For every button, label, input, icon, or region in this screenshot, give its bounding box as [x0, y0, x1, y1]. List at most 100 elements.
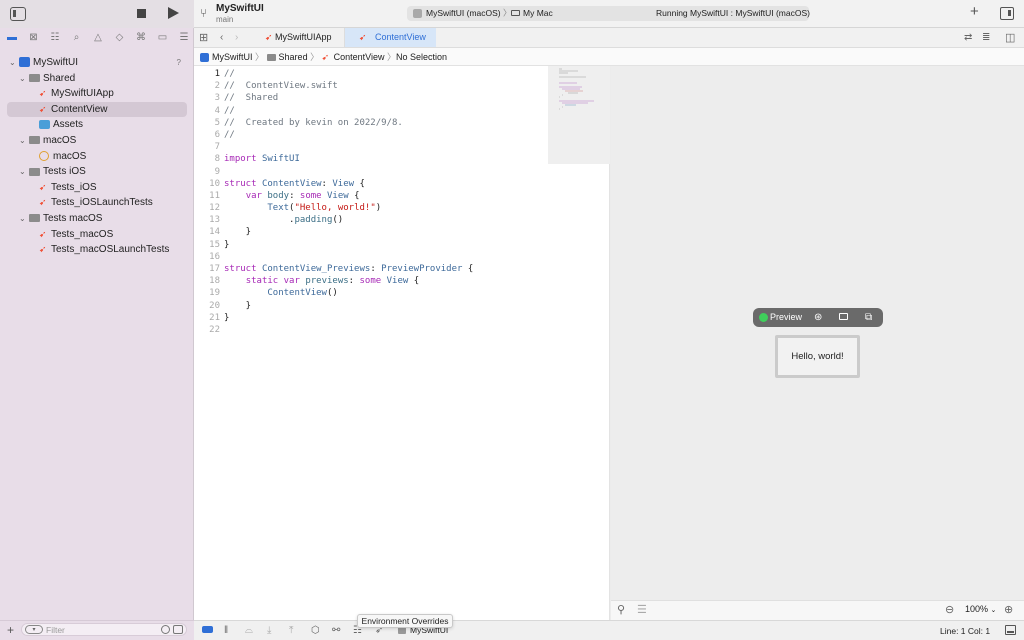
memory-graph-icon[interactable]: ⚯	[332, 624, 340, 638]
grid-icon[interactable]: ⊞	[199, 31, 208, 45]
view-debugger-icon[interactable]: ⬡	[311, 624, 320, 638]
tree-item-file[interactable]: ➹ Tests_iOSLaunchTests	[7, 195, 187, 211]
toggle-inspector-icon[interactable]	[1000, 7, 1014, 20]
code-line[interactable]: 21}	[194, 312, 548, 324]
chevron-down-icon[interactable]: ⌄	[19, 164, 29, 180]
branch-name[interactable]: main	[216, 15, 233, 24]
tree-item-label: Assets	[53, 119, 84, 131]
zoom-out-icon[interactable]: ⊖	[945, 603, 954, 617]
run-button[interactable]	[168, 7, 179, 19]
code-line[interactable]: 9	[194, 166, 548, 178]
tree-item-file[interactable]: ➹ MySwiftUIApp	[7, 86, 187, 102]
code-line[interactable]: 6//	[194, 129, 548, 141]
code-line[interactable]: 15}	[194, 239, 548, 251]
back-icon[interactable]: ‹	[220, 31, 223, 45]
warning-icon[interactable]: △	[91, 31, 105, 45]
tree-item-assets[interactable]: Assets	[7, 117, 187, 133]
tree-item-file-selected[interactable]: ➹ ContentView	[7, 101, 187, 118]
tree-item-file[interactable]: ➹ Tests_macOSLaunchTests	[7, 242, 187, 258]
chevron-down-icon[interactable]: ⌄	[19, 133, 29, 149]
zoom-in-icon[interactable]: ⊕	[1004, 603, 1013, 617]
forward-icon[interactable]: ›	[235, 31, 238, 45]
code-editor[interactable]: 1// 2// ContentView.swift 3// Shared 4//…	[194, 66, 548, 620]
test-icon[interactable]: ◇	[113, 31, 127, 45]
filter-options-icon[interactable]: ▾	[25, 625, 43, 634]
scheme-selector[interactable]: MySwiftUI (macOS)	[426, 8, 501, 18]
zoom-level[interactable]: 100% ⌄	[965, 604, 996, 614]
code-line[interactable]: 11 var body: some View {	[194, 190, 548, 202]
preview-text: Hello, world!	[791, 351, 844, 362]
duplicate-icon[interactable]: ⧉	[865, 308, 872, 327]
tree-item-project[interactable]: ⌄ MySwiftUI ?	[7, 55, 187, 71]
pause-icon[interactable]: ‖	[224, 624, 228, 638]
chevron-down-icon[interactable]: ⌄	[19, 71, 29, 87]
step-over-icon[interactable]: ⌓	[245, 624, 253, 638]
chevron-down-icon[interactable]: ⌄	[19, 211, 29, 227]
code-line[interactable]: 20 }	[194, 300, 548, 312]
source-control-filter-icon[interactable]	[173, 625, 183, 634]
code-line[interactable]: 22	[194, 324, 548, 336]
step-into-icon[interactable]: ⤓	[267, 624, 271, 638]
tab-contentview[interactable]: ➹ ContentView	[345, 28, 436, 47]
stop-button[interactable]	[137, 9, 146, 18]
code-line[interactable]: 10 struct ContentView: View {	[194, 178, 548, 190]
tab-myswiftuiapp[interactable]: ➹ MySwiftUIApp	[255, 28, 345, 47]
code-line[interactable]: 18 static var previews: some View {	[194, 275, 548, 287]
breakpoint-icon[interactable]: ▭	[156, 31, 170, 45]
toggle-debug-area-icon[interactable]	[1005, 625, 1016, 635]
variants-icon[interactable]: ☰	[637, 603, 647, 617]
tree-item-folder[interactable]: ⌄ Tests macOS	[7, 211, 187, 227]
code-line[interactable]: 7	[194, 141, 548, 153]
source-control-icon[interactable]: ⊠	[27, 31, 41, 45]
jumpbar-group[interactable]: Shared	[279, 52, 308, 62]
code-line[interactable]: 2// ContentView.swift	[194, 80, 548, 92]
preview-frame[interactable]: Hello, world!	[775, 335, 860, 378]
code-line[interactable]: 17 struct ContentView_Previews: PreviewPr…	[194, 263, 548, 275]
jumpbar-project[interactable]: MySwiftUI	[212, 52, 253, 62]
tree-item-file[interactable]: ➹ Tests_macOS	[7, 227, 187, 243]
symbol-icon[interactable]: ☷	[48, 31, 62, 45]
folder-icon	[266, 54, 276, 62]
code-line[interactable]: 8 import SwiftUI	[194, 153, 548, 165]
step-out-icon[interactable]: ⤒	[289, 624, 293, 638]
jumpbar-selection[interactable]: No Selection	[396, 52, 447, 62]
breakpoints-toggle-icon[interactable]	[202, 626, 213, 633]
chevron-down-icon[interactable]: ⌄	[9, 55, 19, 71]
recent-files-icon[interactable]	[161, 625, 170, 634]
code-line[interactable]: 16	[194, 251, 548, 263]
add-library-icon[interactable]: +	[970, 3, 979, 20]
code-line[interactable]: 12 Text("Hello, world!")	[194, 202, 548, 214]
tree-item-entitlements[interactable]: macOS	[7, 149, 187, 165]
tree-item-folder[interactable]: ⌄ macOS	[7, 133, 187, 149]
code-line[interactable]: 1//	[194, 68, 548, 80]
swap-icon[interactable]: ⇄	[964, 31, 972, 45]
folder-icon[interactable]: ▬	[5, 31, 19, 45]
report-icon[interactable]: ☰	[177, 31, 191, 45]
destination-selector[interactable]: My Mac	[523, 8, 553, 18]
search-icon[interactable]: ⌕	[70, 31, 84, 45]
jumpbar-file[interactable]: ContentView	[334, 52, 385, 62]
add-file-icon[interactable]: +	[7, 623, 14, 637]
code-line[interactable]: 4//	[194, 105, 548, 117]
minimap[interactable]	[548, 66, 610, 164]
split-editor-icon[interactable]: ◫	[1005, 31, 1015, 45]
preview-canvas[interactable]	[611, 66, 1024, 600]
filter-field[interactable]: ▾ Filter	[21, 623, 187, 636]
toggle-sidebar-icon[interactable]	[10, 7, 26, 21]
inspect-icon[interactable]: ⊛	[814, 308, 822, 327]
code-line[interactable]: 13 .padding()	[194, 214, 548, 226]
editor-options-icon[interactable]: ≣	[982, 31, 990, 45]
pin-icon[interactable]: ⚲	[617, 603, 625, 617]
code-line[interactable]: 3// Shared	[194, 92, 548, 104]
code-line[interactable]: 5// Created by kevin on 2022/9/8.	[194, 117, 548, 129]
device-icon[interactable]	[839, 313, 848, 320]
debug-icon[interactable]: ⌘	[134, 31, 148, 45]
code-line[interactable]: 19 ContentView()	[194, 287, 548, 299]
tree-item-folder[interactable]: ⌄ Tests iOS	[7, 164, 187, 180]
tree-item-folder[interactable]: ⌄ Shared	[7, 71, 187, 87]
tree-item-file[interactable]: ➹ Tests_iOS	[7, 180, 187, 196]
code-line[interactable]: 14 }	[194, 226, 548, 238]
code-text: ContentView()	[267, 288, 338, 299]
preview-label[interactable]: Preview	[770, 308, 802, 327]
mac-icon	[511, 10, 520, 16]
